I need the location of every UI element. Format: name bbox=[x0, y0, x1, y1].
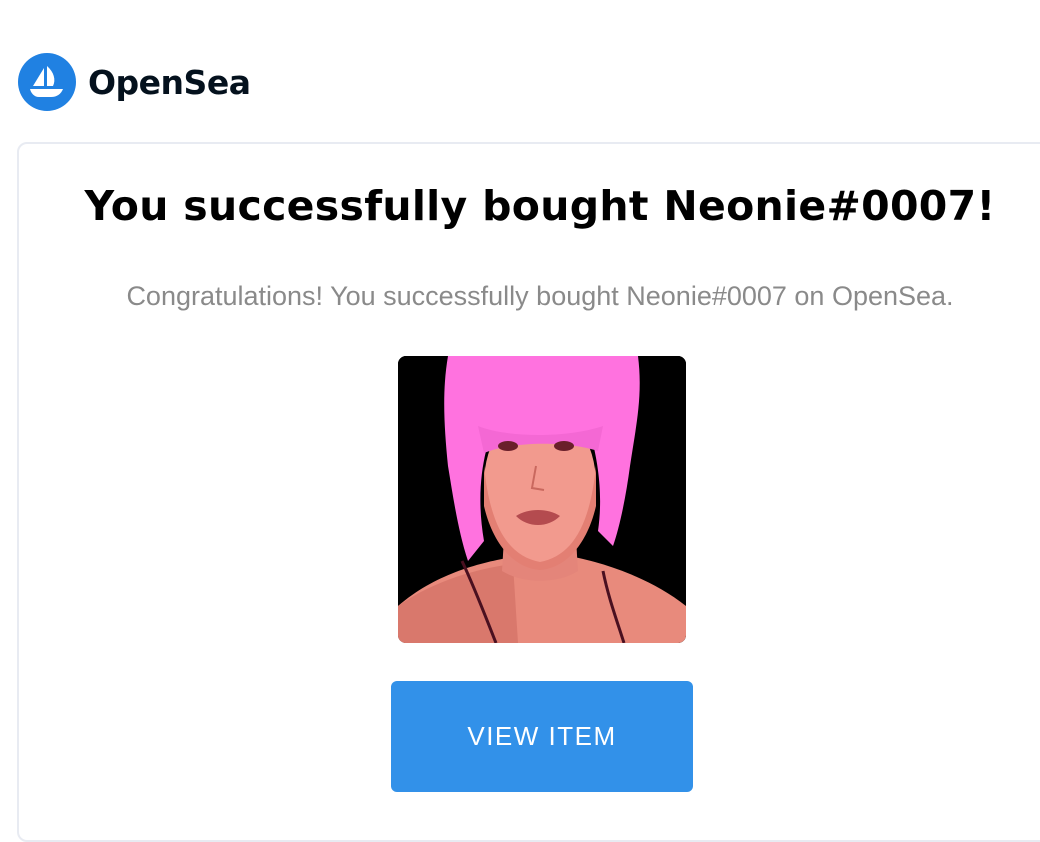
sailboat-icon bbox=[30, 66, 63, 97]
success-subtitle: Congratulations! You successfully bought… bbox=[126, 281, 954, 311]
brand-name: OpenSea bbox=[88, 62, 251, 102]
neonie-portrait-icon bbox=[398, 356, 686, 643]
opensea-logo-icon[interactable] bbox=[18, 53, 76, 111]
opensea-header: OpenSea bbox=[18, 52, 251, 112]
success-title: You successfully bought Neonie#0007! bbox=[84, 182, 996, 230]
view-item-button[interactable]: VIEW ITEM bbox=[391, 681, 693, 792]
nft-portrait-image[interactable] bbox=[398, 356, 686, 643]
